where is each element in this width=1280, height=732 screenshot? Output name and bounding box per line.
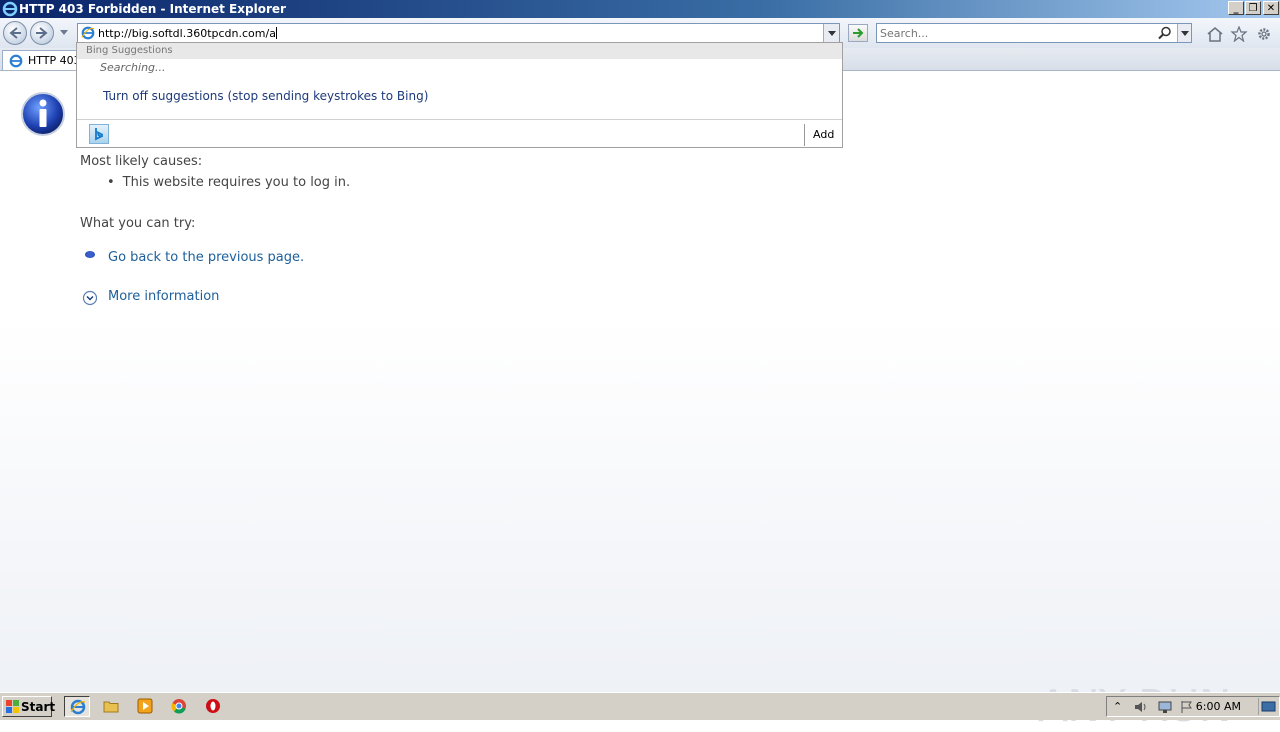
forward-button[interactable] (30, 21, 54, 45)
address-bar[interactable]: http://big.softdl.360tpcdn.com/a (77, 23, 840, 43)
volume-icon[interactable] (1133, 700, 1149, 714)
search-input[interactable] (880, 25, 1150, 41)
network-icon[interactable] (1157, 700, 1173, 714)
taskbar-internet-explorer[interactable] (64, 696, 90, 717)
suggestions-footer: Add (77, 119, 842, 148)
show-hidden-icons-chevron-icon[interactable]: ⌃ (1113, 700, 1122, 713)
address-input[interactable]: http://big.softdl.360tpcdn.com/a (98, 26, 277, 41)
taskbar-opera[interactable] (200, 696, 226, 717)
ie-page-icon (81, 26, 95, 40)
gear-icon[interactable] (1255, 26, 1273, 42)
title-bar: HTTP 403 Forbidden - Internet Explorer _… (0, 0, 1280, 18)
maximize-button[interactable]: ❐ (1245, 1, 1261, 15)
search-box[interactable] (876, 23, 1192, 43)
window-title: HTTP 403 Forbidden - Internet Explorer (19, 2, 286, 16)
windows-flag-icon (6, 700, 19, 713)
go-button[interactable] (848, 24, 868, 42)
bullet-icon (85, 251, 95, 258)
back-arrow-icon (9, 27, 21, 39)
tab-label: HTTP 403 (28, 54, 81, 67)
text-caret (275, 27, 277, 39)
bing-logo-icon (95, 128, 103, 141)
ie-tab-icon (9, 54, 23, 68)
taskbar-media-player[interactable] (132, 696, 158, 717)
favorites-star-icon[interactable] (1230, 26, 1248, 42)
footer-separator (804, 124, 805, 146)
search-icon[interactable] (1158, 26, 1172, 40)
ie-icon (70, 699, 86, 715)
minimize-button[interactable]: _ (1228, 1, 1244, 15)
start-button[interactable]: Start (2, 696, 55, 717)
close-button[interactable]: ✕ (1263, 1, 1279, 15)
taskbar-chrome[interactable] (166, 696, 192, 717)
cause-item: • This website requires you to log in. (107, 175, 351, 190)
show-desktop-button[interactable] (1258, 698, 1277, 715)
searching-status: Searching... (100, 61, 166, 74)
suggestions-header: Bing Suggestions (77, 43, 842, 59)
page-content: Most likely causes: • This website requir… (0, 71, 1280, 732)
folder-icon (103, 701, 119, 713)
turn-off-suggestions-link[interactable]: Turn off suggestions (stop sending keyst… (103, 89, 428, 103)
chevron-down-circle-icon[interactable] (82, 290, 98, 306)
address-dropdown-button[interactable] (823, 24, 839, 42)
search-provider-dropdown[interactable] (1177, 24, 1191, 42)
go-arrow-icon (853, 28, 864, 38)
taskbar-file-explorer[interactable] (98, 696, 124, 717)
causes-heading: Most likely causes: (80, 154, 203, 169)
back-button[interactable] (3, 21, 27, 45)
add-provider-button[interactable]: Add (813, 128, 834, 141)
forward-arrow-icon (36, 27, 48, 39)
action-center-flag-icon[interactable] (1179, 700, 1195, 714)
opera-icon (206, 699, 220, 713)
try-heading: What you can try: (80, 216, 196, 231)
chrome-icon (171, 699, 186, 714)
tab-http-403[interactable]: HTTP 403 (2, 50, 81, 70)
media-player-icon (137, 698, 153, 714)
suggestions-dropdown: Bing Suggestions Searching... Turn off s… (76, 42, 843, 148)
system-tray: ⌃ 6:00 AM (1106, 696, 1280, 717)
history-dropdown-icon[interactable] (60, 30, 68, 35)
taskbar: Start ⌃ 6:00 AM (0, 692, 1280, 720)
home-icon[interactable] (1206, 26, 1224, 42)
more-information-link[interactable]: More information (108, 289, 219, 304)
go-back-link[interactable]: Go back to the previous page. (108, 250, 304, 265)
clock[interactable]: 6:00 AM (1196, 700, 1241, 713)
info-icon (21, 92, 65, 136)
ie-icon (2, 1, 18, 17)
bing-icon[interactable] (89, 124, 109, 144)
show-desktop-icon (1261, 701, 1276, 712)
